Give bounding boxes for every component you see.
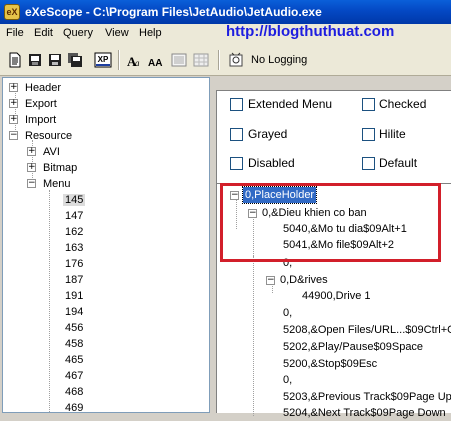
expand-icon[interactable]: +	[27, 147, 36, 156]
log-icon[interactable]	[227, 51, 245, 69]
menu-item[interactable]: 5203,&Previous Track$09Page Up	[283, 389, 451, 405]
menu-id-item[interactable]: 456	[65, 320, 83, 336]
default-checkbox[interactable]	[362, 157, 375, 170]
menu-id-item[interactable]: 467	[65, 368, 83, 384]
menu-query[interactable]: Query	[63, 27, 93, 39]
save-all-icon[interactable]	[66, 51, 84, 69]
menu-edit[interactable]: Edit	[34, 27, 53, 39]
save-icon[interactable]	[46, 51, 64, 69]
font-icon[interactable]: Aa	[126, 51, 144, 69]
menu-id-item[interactable]: 469	[65, 400, 83, 412]
hilite-checkbox[interactable]	[362, 128, 375, 141]
toolbar-separator-2	[218, 50, 220, 70]
menu-id-item[interactable]: 176	[65, 256, 83, 272]
menu-id-item[interactable]: 191	[65, 288, 83, 304]
logging-status[interactable]: No Logging	[251, 54, 307, 66]
collapse-icon[interactable]: −	[9, 131, 18, 140]
menu-id-item[interactable]: 163	[65, 240, 83, 256]
menu-id-item[interactable]: 187	[65, 272, 83, 288]
toolbar: XP Aa AA No Logging	[0, 44, 451, 76]
checked-label: Checked	[379, 97, 427, 111]
collapse-icon[interactable]: −	[266, 276, 275, 285]
image-icon[interactable]	[170, 51, 188, 69]
window-title: eXeScope - C:\Program Files\JetAudio\Jet…	[25, 5, 322, 19]
checked-checkbox[interactable]	[362, 98, 375, 111]
menu-item[interactable]: 5204,&Next Track$09Page Down	[283, 405, 446, 421]
app-icon: eX	[4, 4, 20, 20]
svg-text:a: a	[135, 58, 140, 68]
hilite-label: Hilite	[379, 127, 406, 141]
menu-id-item[interactable]: 465	[65, 352, 83, 368]
expand-icon[interactable]: +	[9, 99, 18, 108]
extended-menu-checkbox[interactable]	[230, 98, 243, 111]
menu-id-item[interactable]: 468	[65, 384, 83, 400]
text-size-icon[interactable]: AA	[148, 51, 166, 69]
default-label: Default	[379, 156, 418, 170]
menu-file[interactable]: File	[6, 27, 24, 39]
export-xp-icon[interactable]: XP	[94, 51, 112, 69]
expand-icon[interactable]: +	[9, 115, 18, 124]
tree-connector	[49, 190, 50, 412]
collapse-icon[interactable]: −	[27, 179, 36, 188]
menu-item[interactable]: 0,	[283, 372, 292, 388]
grid-icon[interactable]	[192, 51, 210, 69]
grayed-label: Grayed	[248, 127, 288, 141]
highlight-annotation	[220, 183, 441, 262]
disabled-checkbox[interactable]	[230, 157, 243, 170]
disabled-label: Disabled	[248, 156, 295, 170]
svg-text:AA: AA	[148, 58, 162, 69]
menu-help[interactable]: Help	[139, 27, 162, 39]
svg-text:XP: XP	[98, 55, 109, 64]
title-bar[interactable]: eX eXeScope - C:\Program Files\JetAudio\…	[0, 0, 451, 24]
toolbar-separator	[118, 50, 120, 70]
menu-id-item[interactable]: 194	[65, 304, 83, 320]
expand-icon[interactable]: +	[9, 83, 18, 92]
menu-structure-tree[interactable]: − 0,PlaceHolder − 0,&Dieu khien co ban 5…	[216, 183, 451, 419]
watermark-url: http://blogthuthuat.com	[226, 23, 395, 40]
menu-id-item[interactable]: 147	[65, 208, 83, 224]
menu-view[interactable]: View	[105, 27, 129, 39]
menu-item[interactable]: 5208,&Open Files/URL...$09Ctrl+O	[283, 322, 451, 338]
tree-connector	[253, 256, 254, 416]
menu-options-group: Extended Menu Checked Grayed Hilite Disa…	[216, 90, 451, 183]
open-file-icon[interactable]	[26, 51, 44, 69]
menu-item[interactable]: 5200,&Stop$09Esc	[283, 356, 377, 372]
menu-id-item[interactable]: 458	[65, 336, 83, 352]
menu-item[interactable]: 44900,Drive 1	[302, 288, 371, 304]
extended-menu-label: Extended Menu	[248, 97, 333, 111]
menu-id-item[interactable]: 145	[63, 192, 86, 208]
menu-item[interactable]: 0,	[283, 305, 292, 321]
expand-icon[interactable]: +	[27, 163, 36, 172]
right-panel: Extended Menu Checked Grayed Hilite Disa…	[216, 77, 451, 419]
menu-id-item[interactable]: 162	[65, 224, 83, 240]
new-file-icon[interactable]	[6, 51, 24, 69]
menu-item[interactable]: 5202,&Play/Pause$09Space	[283, 339, 423, 355]
resource-tree[interactable]: + Header + Export + Import − Resource + …	[2, 77, 210, 413]
grayed-checkbox[interactable]	[230, 128, 243, 141]
